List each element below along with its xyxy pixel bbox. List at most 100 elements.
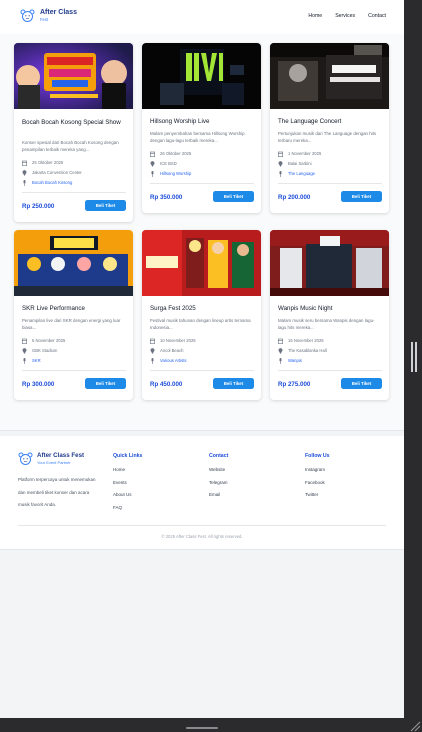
window-drag-handle[interactable] (186, 727, 218, 729)
event-price: Rp 275.000 (278, 381, 311, 388)
location-pin-icon (278, 348, 283, 354)
footer-brand-name: After Class Fest (37, 452, 85, 459)
card-divider (278, 183, 382, 184)
event-date: 25 Oktober 2025 (22, 159, 126, 167)
footer-brand-sub: Your Event Partner (37, 460, 71, 465)
footer-logo[interactable]: After Class Fest Your Event Partner (18, 452, 84, 465)
buy-ticket-button[interactable]: Beli Tiket (85, 200, 126, 211)
event-date: 10 November 2025 (150, 337, 254, 345)
calendar-icon (278, 151, 283, 157)
footer-contact-telegram[interactable]: Telegram (209, 480, 228, 485)
microphone-icon (23, 180, 26, 186)
event-price: Rp 450.000 (150, 381, 183, 388)
bear-logo-icon (20, 9, 35, 22)
footer-contact-email[interactable]: Email (209, 492, 220, 497)
event-title: The Language Concert (278, 118, 342, 125)
footer-follow-instagram[interactable]: Instagram (305, 467, 325, 472)
event-date: 15 November 2025 (278, 337, 382, 345)
microphone-icon (279, 171, 282, 177)
footer-contact-heading: Contact (209, 453, 229, 459)
event-title: Wanpis Music Night (278, 305, 333, 312)
event-card[interactable]: The Language Concert Pertunjukan musik d… (270, 43, 389, 213)
event-artist: The Language (278, 170, 382, 178)
brand-name: After Class (40, 9, 77, 16)
microphone-icon (151, 358, 154, 364)
location-pin-icon (150, 161, 155, 167)
location-pin-icon (150, 348, 155, 354)
footer-link-about-us[interactable]: About Us (113, 492, 132, 497)
footer-divider (0, 430, 404, 431)
nav-contact[interactable]: Contact (368, 13, 386, 19)
event-card[interactable]: Surga Fest 2025 Festival musik tahunan d… (142, 230, 261, 400)
nav-home[interactable]: Home (308, 13, 322, 19)
copyright-text: © 2025 After Class Fest. All rights rese… (161, 534, 243, 539)
event-card[interactable]: Wanpis Music Night Malam musik seru bers… (270, 230, 389, 400)
event-artist: SKR (22, 357, 126, 365)
footer-about: Platform terpercaya untuk menemukan dan … (18, 477, 96, 508)
nav-services[interactable]: Services (335, 13, 355, 19)
microphone-icon (279, 358, 282, 364)
event-title: Surga Fest 2025 (150, 305, 196, 312)
event-poster-image (270, 230, 389, 296)
buy-ticket-button[interactable]: Beli Tiket (85, 378, 126, 389)
event-description: Pertunjukan musik dari The Language deng… (278, 131, 377, 143)
event-venue: GBK Stadium (22, 347, 126, 355)
footer-follow-twitter[interactable]: Twitter (305, 492, 318, 497)
footer-copyright-divider (18, 525, 386, 526)
event-card[interactable]: SKR Live Performance Penampilan live dar… (14, 230, 133, 400)
event-title: Hillsong Worship Live (150, 118, 210, 125)
main-nav: Home Services Contact (308, 13, 386, 19)
buy-ticket-button[interactable]: Beli Tiket (341, 191, 382, 202)
resize-grip-icon[interactable] (409, 720, 421, 732)
event-artist: Various Artists (150, 357, 254, 365)
location-pin-icon (278, 161, 283, 167)
event-venue: ICE BSD (150, 160, 254, 168)
event-date: 5 November 2025 (22, 337, 126, 345)
event-artist: Wanpis (278, 357, 382, 365)
event-title: Bocah Bocah Kosong Special Show (22, 119, 121, 126)
event-description: Malam penyembahan bersama Hillsong Worsh… (150, 131, 245, 143)
site-header: After Class Fest Home Services Contact (0, 0, 404, 34)
event-card[interactable]: Bocah Bocah Kosong Special Show Konser s… (14, 43, 133, 222)
event-poster-image (142, 43, 261, 109)
footer-follow-facebook[interactable]: Facebook (305, 480, 325, 485)
calendar-icon (150, 338, 155, 344)
event-venue: Ancol Beach (150, 347, 254, 355)
event-poster-image (14, 230, 133, 296)
buy-ticket-button[interactable]: Beli Tiket (213, 378, 254, 389)
footer-contact-website[interactable]: Website (209, 467, 225, 472)
event-price: Rp 300.000 (22, 381, 55, 388)
buy-ticket-button[interactable]: Beli Tiket (341, 378, 382, 389)
calendar-icon (22, 160, 27, 166)
header-logo[interactable]: After Class Fest (20, 9, 77, 22)
event-poster-image (270, 43, 389, 109)
site-footer: After Class Fest Your Event Partner Plat… (0, 436, 404, 549)
bear-logo-icon (18, 452, 33, 465)
event-price: Rp 200.000 (278, 194, 311, 201)
event-card[interactable]: Hillsong Worship Live Malam penyembahan … (142, 43, 261, 213)
calendar-icon (22, 338, 27, 344)
event-venue: The Kasablanka Hall (278, 347, 382, 355)
microphone-icon (151, 171, 154, 177)
browser-viewport: After Class Fest Home Services Contact B… (0, 0, 404, 718)
event-artist: Hillsong Worship (150, 170, 254, 178)
event-title: SKR Live Performance (22, 305, 85, 312)
event-poster-image (14, 43, 133, 109)
calendar-icon (150, 151, 155, 157)
event-poster-image (142, 230, 261, 296)
event-description: Penampilan live dari SKR dengan energi y… (22, 318, 121, 330)
event-description: Konser spesial dari Bocah Bocah Kosong d… (22, 140, 119, 152)
card-divider (150, 183, 254, 184)
buy-ticket-button[interactable]: Beli Tiket (213, 191, 254, 202)
event-description: Festival musik tahunan dengan lineup art… (150, 318, 251, 330)
footer-link-home[interactable]: Home (113, 467, 125, 472)
location-pin-icon (22, 348, 27, 354)
footer-follow-heading: Follow Us (305, 453, 330, 459)
card-divider (150, 370, 254, 371)
footer-link-faq[interactable]: FAQ (113, 505, 122, 510)
event-venue: Balai Sarbini (278, 160, 382, 168)
footer-link-events[interactable]: Events (113, 480, 127, 485)
scrollbar-thumb[interactable] (411, 342, 419, 372)
event-artist: Bocah Bocah Kosong (22, 179, 126, 187)
event-venue: Jakarta Convention Center (22, 169, 126, 177)
